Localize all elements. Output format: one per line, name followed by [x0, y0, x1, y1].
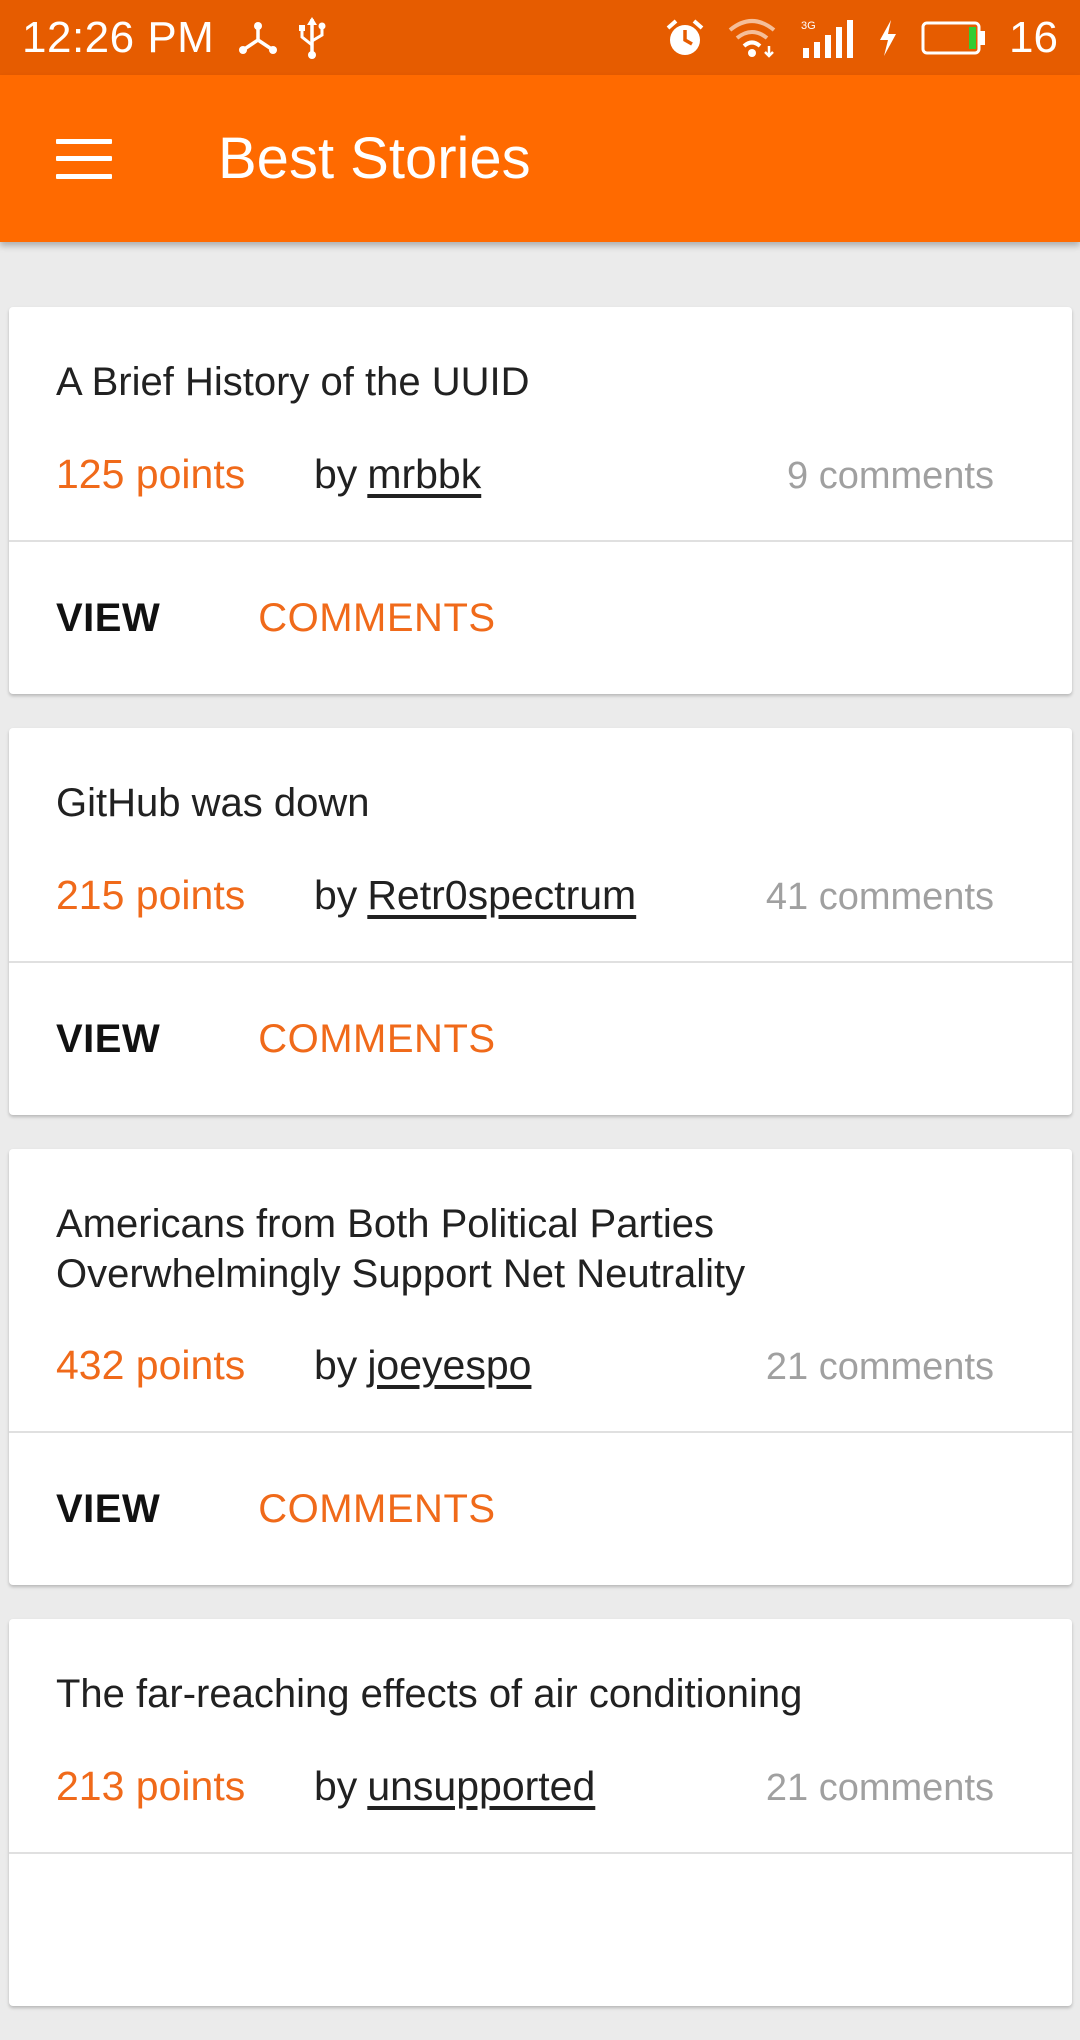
view-button[interactable]: VIEW [56, 596, 160, 641]
story-actions: VIEW COMMENTS [9, 963, 1072, 1115]
status-left-icons [238, 16, 326, 59]
wifi-icon [727, 18, 777, 58]
story-actions [9, 1854, 1072, 2006]
story-card-body[interactable]: GitHub was down 215 points by Retr0spect… [9, 728, 1072, 961]
view-button[interactable]: VIEW [56, 1487, 160, 1532]
story-points: 215 points [56, 872, 246, 918]
story-card: GitHub was down 215 points by Retr0spect… [9, 728, 1072, 1115]
story-meta: 215 points by Retr0spectrum 41 comments [56, 872, 994, 919]
story-title[interactable]: A Brief History of the UUID [56, 357, 1024, 407]
story-meta: 432 points by joeyespo 21 comments [56, 1342, 994, 1389]
usb-icon [298, 16, 326, 59]
story-points: 125 points [56, 451, 246, 497]
story-card: The far-reaching effects of air conditio… [9, 1619, 1072, 2006]
story-title[interactable]: GitHub was down [56, 778, 1024, 828]
hamburger-menu-icon[interactable] [56, 138, 112, 179]
story-card-body[interactable]: The far-reaching effects of air conditio… [9, 1619, 1072, 1852]
battery-icon [921, 21, 987, 55]
story-points: 213 points [56, 1763, 246, 1809]
comment-count: 21 comments [765, 1767, 994, 1809]
story-meta: 125 points by mrbbk 9 comments [56, 451, 994, 498]
story-title[interactable]: Americans from Both Political Parties Ov… [56, 1199, 1024, 1299]
story-card: A Brief History of the UUID 125 points b… [9, 307, 1072, 694]
story-card-body[interactable]: A Brief History of the UUID 125 points b… [9, 307, 1072, 540]
story-author-link[interactable]: joeyespo [367, 1342, 531, 1389]
charging-icon [877, 18, 899, 58]
by-label: by [314, 1342, 358, 1388]
story-list[interactable]: A Brief History of the UUID 125 points b… [9, 307, 1072, 2040]
story-author-link[interactable]: unsupported [367, 1763, 595, 1810]
page-title: Best Stories [218, 126, 531, 191]
story-meta: 213 points by unsupported 21 comments [56, 1763, 994, 1810]
story-points: 432 points [56, 1342, 246, 1388]
app-bar: Best Stories [0, 75, 1080, 242]
status-right-icons: 3G 16 [665, 13, 1058, 63]
story-actions: VIEW COMMENTS [9, 1433, 1072, 1585]
view-button[interactable]: VIEW [56, 1017, 160, 1062]
story-title-line: Americans from Both Political Parties [56, 1202, 715, 1246]
by-label: by [314, 451, 358, 497]
by-label: by [314, 1763, 358, 1809]
story-author-link[interactable]: mrbbk [367, 451, 481, 498]
alarm-icon [665, 18, 705, 58]
story-actions: VIEW COMMENTS [9, 542, 1072, 694]
story-card: Americans from Both Political Parties Ov… [9, 1149, 1072, 1585]
network-share-icon [238, 20, 278, 56]
status-bar: 12:26 PM 3G 16 [0, 0, 1080, 75]
comments-button[interactable]: COMMENTS [258, 1487, 495, 1532]
story-title-line: Overwhelmingly Support Net Neutrality [56, 1252, 746, 1296]
story-card-body[interactable]: Americans from Both Political Parties Ov… [9, 1149, 1072, 1431]
comment-count: 21 comments [765, 1346, 994, 1388]
signal-icon: 3G [799, 18, 855, 58]
status-time: 12:26 PM [22, 12, 215, 62]
comments-button[interactable]: COMMENTS [258, 596, 495, 641]
battery-percent: 16 [1009, 12, 1058, 62]
story-title[interactable]: The far-reaching effects of air conditio… [56, 1669, 1024, 1719]
network-type-label: 3G [801, 20, 816, 32]
story-author-link[interactable]: Retr0spectrum [367, 872, 636, 919]
comments-button[interactable]: COMMENTS [258, 1017, 495, 1062]
comment-count: 41 comments [765, 876, 994, 918]
comment-count: 9 comments [787, 455, 994, 497]
by-label: by [314, 872, 358, 918]
